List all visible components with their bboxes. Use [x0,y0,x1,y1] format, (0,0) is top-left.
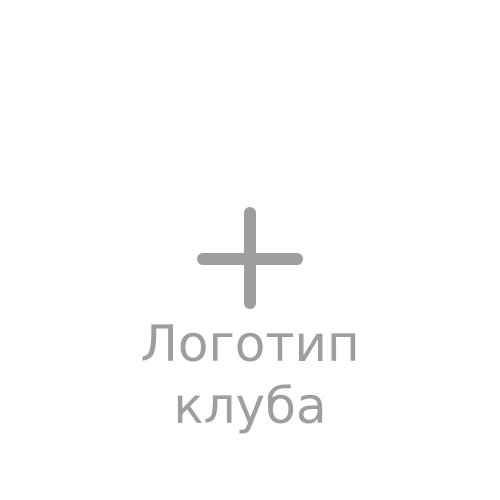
logo-upload-label: Логотип клуба [0,313,500,437]
logo-upload-area[interactable]: Логотип клуба [0,0,500,500]
plus-icon[interactable] [197,207,303,309]
label-line-2: клуба [173,377,327,435]
label-line-1: Логотип [140,315,360,373]
